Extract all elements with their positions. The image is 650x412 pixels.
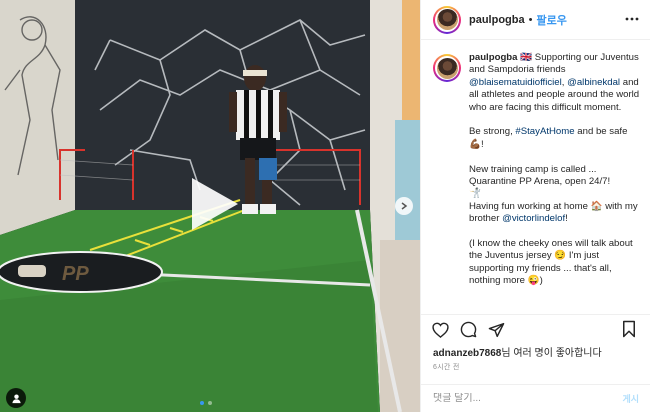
comment-bar: 게시 (421, 384, 650, 412)
play-icon (192, 178, 238, 230)
header-username[interactable]: paulpogba (469, 14, 525, 26)
more-options-icon[interactable] (625, 14, 639, 24)
carousel-dot-active (200, 401, 204, 405)
like-button[interactable] (431, 321, 449, 339)
caption-avatar[interactable] (433, 54, 461, 82)
comment-icon (460, 321, 476, 338)
carousel-dot (208, 401, 212, 405)
likes-suffix: 님 여러 명이 좋아합니다 (501, 348, 602, 359)
avatar[interactable] (433, 5, 461, 34)
share-button[interactable] (487, 321, 505, 339)
svg-text:PP: PP (62, 263, 89, 285)
mention-link[interactable]: @blaisematuidiofficiel (469, 77, 562, 88)
post-comment-button[interactable]: 게시 (622, 392, 639, 405)
post-header: paulpogba • 팔로우 (421, 0, 650, 40)
bookmark-icon[interactable] (620, 320, 638, 338)
avatar-image (436, 57, 458, 79)
instagram-post: PP paulpogba • 팔로우 paulpogba 🇬🇧 Supporti… (0, 0, 650, 412)
separator-dot: • (528, 13, 533, 26)
caption-line: (I know the cheeky ones will talk about … (469, 238, 633, 287)
user-icon (11, 393, 21, 403)
likes-summary: adnanzeb7868님 여러 명이 좋아합니다 (433, 344, 602, 359)
comment-button[interactable] (459, 321, 477, 339)
caption-row: paulpogba 🇬🇧 Supporting our Juventus and… (433, 52, 641, 300)
paper-plane-icon (488, 322, 504, 337)
post-media[interactable]: PP (0, 0, 420, 412)
fencing-emoji: 🤺 (469, 188, 481, 200)
action-bar (421, 314, 650, 344)
post-timestamp[interactable]: 6시간 전 (433, 362, 460, 372)
play-button[interactable] (186, 176, 242, 232)
caption-line: ! (565, 213, 568, 225)
flag-emoji: 🇬🇧 (520, 52, 533, 63)
comma: , (561, 76, 565, 88)
caption-line: New training camp is called ... Quaranti… (469, 163, 611, 188)
mention-link[interactable]: @victorlindelof (502, 213, 565, 224)
comment-input[interactable] (433, 393, 623, 404)
chevron-right-icon (401, 202, 408, 210)
carousel-next-button[interactable] (395, 197, 413, 215)
avatar-image (436, 9, 458, 30)
post-side-panel: paulpogba • 팔로우 paulpogba 🇬🇧 Supporting … (420, 0, 650, 412)
tagged-users-button[interactable] (6, 388, 26, 408)
caption-username[interactable]: paulpogba (469, 52, 518, 63)
follow-button[interactable]: 팔로우 (536, 12, 566, 28)
mention-link[interactable]: @albinekdal (567, 77, 620, 88)
carousel-indicator (200, 401, 212, 405)
heart-icon (431, 322, 449, 338)
liker-username[interactable]: adnanzeb7868 (433, 348, 501, 359)
hashtag-link[interactable]: #StayAtHome (515, 126, 574, 137)
caption-section: paulpogba 🇬🇧 Supporting our Juventus and… (421, 52, 650, 310)
caption-line: Be strong, (469, 126, 513, 138)
caption-text: paulpogba 🇬🇧 Supporting our Juventus and… (469, 52, 641, 300)
